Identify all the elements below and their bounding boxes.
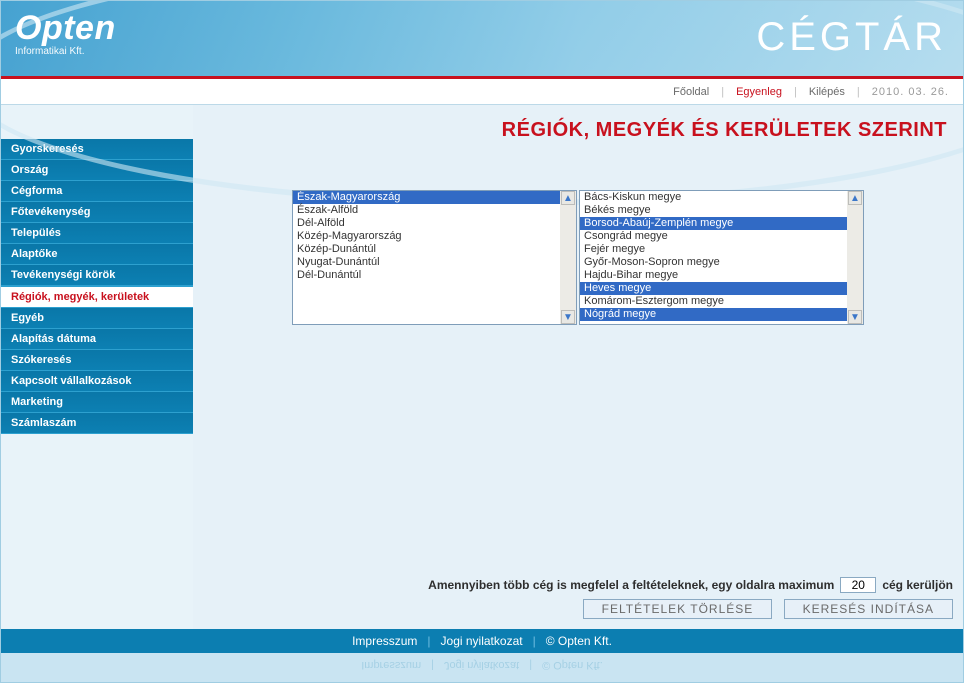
list-item[interactable]: Csongrád megye [580,230,847,243]
brand-logo: Opten Informatikai Kft. [15,11,116,57]
regions-listbox[interactable]: Észak-MagyarországÉszak-AlföldDél-Alföld… [292,190,577,325]
sidebar-item[interactable]: Régiók, megyék, kerületek [1,286,193,308]
list-item[interactable]: Észak-Alföld [293,204,560,217]
sidebar-item[interactable]: Számlaszám [1,413,193,434]
list-item[interactable]: Nógrád megye [580,308,847,321]
list-item[interactable]: Észak-Magyarország [293,191,560,204]
scroll-down-icon[interactable]: ▼ [848,310,862,324]
list-item[interactable]: Komárom-Esztergom megye [580,295,847,308]
footer-legal[interactable]: Jogi nyilatkozat [441,634,523,648]
scroll-down-icon[interactable]: ▼ [561,310,575,324]
footer-copyright: © Opten Kft. [546,634,612,648]
list-item[interactable]: Heves megye [580,282,847,295]
sidebar-item[interactable]: Tevékenységi körök [1,265,193,286]
list-item[interactable]: Békés megye [580,204,847,217]
pager-input[interactable] [840,577,876,593]
clear-button[interactable]: FELTÉTELEK TÖRLÉSE [583,599,773,619]
list-item[interactable]: Nyugat-Dunántúl [293,256,560,269]
list-item[interactable]: Dél-Dunántúl [293,269,560,282]
list-item[interactable]: Fejér megye [580,243,847,256]
list-item[interactable]: Győr-Moson-Sopron megye [580,256,847,269]
list-item[interactable]: Hajdu-Bihar megye [580,269,847,282]
counties-listbox[interactable]: Bács-Kiskun megyeBékés megyeBorsod-Abaúj… [579,190,864,325]
list-item[interactable]: Bács-Kiskun megye [580,191,847,204]
list-item[interactable]: Borsod-Abaúj-Zemplén megye [580,217,847,230]
brand-name: Opten [15,11,116,45]
sidebar-item[interactable]: Cégforma [1,181,193,202]
list-item[interactable]: Közép-Magyarország [293,230,560,243]
scroll-up-icon[interactable]: ▲ [561,191,575,205]
sidebar-item[interactable]: Főtevékenység [1,202,193,223]
scrollbar[interactable]: ▲ ▼ [560,191,576,324]
sidebar: GyorskeresésOrszágCégformaFőtevékenységT… [1,105,193,629]
app-header: Opten Informatikai Kft. CÉGTÁR [1,1,963,79]
sidebar-item[interactable]: Kapcsolt vállalkozások [1,371,193,392]
app-title: CÉGTÁR [756,15,947,60]
footer: Impresszum | Jogi nyilatkozat | © Opten … [1,629,963,653]
brand-subtitle: Informatikai Kft. [15,47,116,57]
footer-reflection: Impresszum| Jogi nyilatkozat| © Opten Kf… [1,653,963,678]
sidebar-item[interactable]: Egyéb [1,308,193,329]
list-item[interactable]: Dél-Alföld [293,217,560,230]
sidebar-item[interactable]: Marketing [1,392,193,413]
sidebar-item[interactable]: Alaptőke [1,244,193,265]
search-button[interactable]: KERESÉS INDÍTÁSA [784,599,953,619]
content-area: RÉGIÓK, MEGYÉK ÉS KERÜLETEK SZERINT Észa… [193,105,963,629]
scroll-up-icon[interactable]: ▲ [848,191,862,205]
scrollbar[interactable]: ▲ ▼ [847,191,863,324]
footer-impressum[interactable]: Impresszum [352,634,417,648]
sidebar-item[interactable]: Alapítás dátuma [1,329,193,350]
list-item[interactable]: Közép-Dunántúl [293,243,560,256]
pager-prefix: Amennyiben több cég is megfelel a feltét… [428,578,834,592]
sidebar-item[interactable]: Település [1,223,193,244]
sidebar-item[interactable]: Szókeresés [1,350,193,371]
pager-suffix: cég kerüljön [882,578,953,592]
